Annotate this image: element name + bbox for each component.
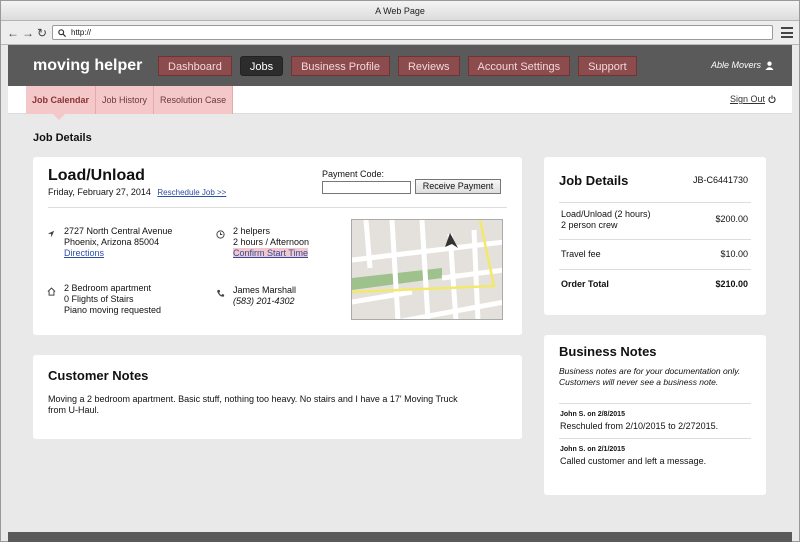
business-notes-title: Business Notes: [559, 344, 657, 359]
customer-notes-card: Customer Notes Moving a 2 bedroom apartm…: [33, 355, 522, 439]
home-block: 2 Bedroom apartment 0 Flights of Stairs …: [47, 283, 162, 316]
divider: [559, 202, 751, 203]
url-text: http://: [71, 28, 92, 37]
contact-block: James Marshall (583) 201-4302: [217, 285, 297, 307]
reschedule-link[interactable]: Reschedule Job >>: [157, 188, 226, 197]
customer-notes-title: Customer Notes: [48, 368, 149, 383]
note-text: Called customer and left a message.: [560, 456, 707, 466]
payment-code-input[interactable]: [322, 181, 411, 194]
tab-resolution-case[interactable]: Resolution Case: [154, 86, 234, 114]
job-date: Friday, February 27, 2014: [48, 187, 151, 197]
confirm-start-time-link[interactable]: Confirm Start Time: [233, 248, 309, 258]
customer-notes-text: Moving a 2 bedroom apartment. Basic stuf…: [48, 394, 458, 415]
list-item: John S. on 2/8/2015 Reschuled from 2/10/…: [560, 411, 755, 431]
menu-icon[interactable]: [781, 27, 793, 38]
divider: [559, 438, 751, 439]
business-notes-disclaimer: Business notes are for your documentatio…: [559, 366, 741, 387]
summary-row-total: Order Total $210.00: [561, 279, 748, 290]
job-map[interactable]: [351, 219, 503, 320]
home-extra: Piano moving requested: [64, 305, 162, 315]
note-text: Reschuled from 2/10/2015 to 2/272015.: [560, 421, 719, 431]
summary-title: Job Details: [559, 173, 629, 188]
reload-icon[interactable]: ↻: [37, 27, 47, 39]
directions-link[interactable]: Directions: [64, 248, 104, 258]
job-id: JB-C6441730: [692, 175, 748, 185]
sign-out-link[interactable]: Sign Out: [730, 94, 776, 104]
list-item: John S. on 2/1/2015 Called customer and …: [560, 446, 755, 466]
nav-account-settings[interactable]: Account Settings: [467, 55, 571, 76]
address-line1: 2727 North Central Avenue: [64, 226, 173, 236]
map-graphic: [352, 220, 502, 319]
contact-name: James Marshall: [233, 285, 297, 295]
power-icon: [768, 95, 776, 103]
home-size: 2 Bedroom apartment: [64, 283, 152, 293]
payment-code-label: Payment Code:: [322, 169, 385, 179]
divider: [559, 239, 751, 240]
helpers-count: 2 helpers: [233, 226, 271, 236]
address-line2: Phoenix, Arizona 85004: [64, 237, 160, 247]
window-title: A Web Page: [1, 1, 799, 21]
nav-support[interactable]: Support: [578, 55, 637, 76]
divider: [559, 269, 751, 270]
note-meta: John S. on 2/8/2015: [560, 411, 625, 418]
browser-toolbar: ← → ↻ http://: [1, 21, 799, 45]
address-block: 2727 North Central Avenue Phoenix, Arizo…: [47, 226, 173, 259]
footer-bar: [8, 532, 792, 542]
job-summary-card: Job Details JB-C6441730 Load/Unload (2 h…: [544, 157, 766, 315]
summary-row-service: Load/Unload (2 hours) 2 person crew $200…: [561, 209, 748, 231]
home-icon: [47, 287, 56, 296]
job-card: Load/Unload Friday, February 27, 2014 Re…: [33, 157, 522, 335]
back-icon[interactable]: ←: [7, 27, 19, 39]
nav-jobs[interactable]: Jobs: [239, 55, 284, 76]
location-arrow-icon: [47, 230, 55, 238]
url-bar[interactable]: http://: [52, 25, 773, 40]
phone-icon: [217, 289, 225, 297]
user-menu[interactable]: Able Movers: [711, 60, 774, 70]
home-stairs: 0 Flights of Stairs: [64, 294, 134, 304]
divider: [48, 207, 507, 208]
service-amount: $200.00: [715, 214, 748, 224]
tab-job-history[interactable]: Job History: [96, 86, 155, 114]
main-nav: Dashboard Jobs Business Profile Reviews …: [158, 55, 637, 76]
summary-row-travel: Travel fee $10.00: [561, 249, 748, 260]
receive-payment-button[interactable]: Receive Payment: [415, 179, 501, 194]
total-amount: $210.00: [715, 279, 748, 289]
sub-navigation: Job Calendar Job History Resolution Case…: [8, 86, 792, 120]
page-title: Job Details: [33, 132, 92, 144]
forward-icon[interactable]: →: [22, 27, 34, 39]
clock-icon: [216, 230, 225, 239]
sign-out-label: Sign Out: [729, 94, 765, 104]
nav-business-profile[interactable]: Business Profile: [291, 55, 390, 76]
tab-job-calendar[interactable]: Job Calendar: [26, 86, 97, 120]
divider: [559, 403, 751, 404]
app-header: moving helper Dashboard Jobs Business Pr…: [8, 45, 792, 86]
app-logo[interactable]: moving helper: [33, 57, 158, 75]
travel-amount: $10.00: [720, 249, 748, 259]
user-icon: [765, 61, 774, 70]
note-meta: John S. on 2/1/2015: [560, 446, 625, 453]
search-icon: [58, 28, 66, 37]
job-duration: 2 hours / Afternoon: [233, 237, 310, 247]
contact-phone: (583) 201-4302: [233, 296, 295, 306]
business-notes-card: Business Notes Business notes are for yo…: [544, 335, 766, 495]
user-name: Able Movers: [710, 60, 761, 70]
job-title: Load/Unload: [48, 167, 145, 184]
crew-block: 2 helpers 2 hours / Afternoon Confirm St…: [216, 226, 310, 259]
nav-reviews[interactable]: Reviews: [397, 55, 460, 76]
job-date-line: Friday, February 27, 2014 Reschedule Job…: [48, 187, 226, 197]
nav-dashboard[interactable]: Dashboard: [158, 55, 232, 76]
